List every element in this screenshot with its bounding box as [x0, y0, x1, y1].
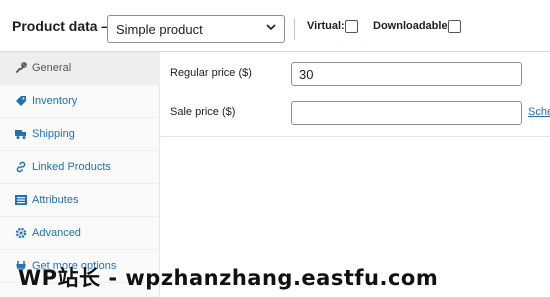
tab-shipping[interactable]: Shipping	[0, 118, 160, 151]
downloadable-checkbox[interactable]	[448, 20, 461, 33]
virtual-checkbox[interactable]	[345, 20, 358, 33]
header-separator	[294, 18, 295, 40]
tab-general[interactable]: General	[0, 52, 160, 85]
tab-attributes[interactable]: Attributes	[0, 184, 160, 217]
tab-inventory[interactable]: Inventory	[0, 85, 160, 118]
gear-icon	[15, 227, 27, 239]
tab-inventory-label: Inventory	[32, 95, 78, 107]
chevron-down-icon	[266, 24, 276, 31]
tab-attributes-label: Attributes	[32, 194, 79, 206]
product-type-select[interactable]: Simple product	[107, 15, 285, 43]
tab-shipping-label: Shipping	[32, 128, 75, 140]
schedule-link[interactable]: Sche	[528, 106, 550, 118]
regular-price-label: Regular price ($)	[170, 67, 252, 79]
product-data-header: Product data — Simple product Virtual: D…	[0, 0, 550, 52]
product-type-value: Simple product	[116, 22, 203, 37]
tab-advanced-label: Advanced	[32, 227, 81, 239]
tag-icon	[16, 96, 26, 106]
link-icon	[16, 161, 26, 173]
tab-linked-products-label: Linked Products	[32, 161, 111, 173]
truck-icon	[15, 130, 26, 139]
downloadable-label: Downloadable:	[373, 20, 452, 32]
product-data-title: Product data —	[12, 18, 116, 34]
tab-advanced[interactable]: Advanced	[0, 217, 160, 250]
tab-linked-products[interactable]: Linked Products	[0, 151, 160, 184]
tab-general-label: General	[32, 62, 72, 74]
section-divider	[161, 136, 550, 137]
sale-price-input[interactable]	[291, 101, 522, 125]
sale-price-label: Sale price ($)	[170, 106, 236, 118]
product-data-tabs: General Inventory Shipping Linked Produc…	[0, 52, 160, 297]
regular-price-input[interactable]: 30	[291, 62, 522, 86]
virtual-label: Virtual:	[307, 20, 345, 32]
watermark-text: WP站长 - wpzhanzhang.eastfu.com	[18, 266, 439, 290]
list-icon	[15, 195, 27, 205]
wrench-icon	[15, 62, 27, 74]
regular-price-value: 30	[299, 67, 314, 82]
